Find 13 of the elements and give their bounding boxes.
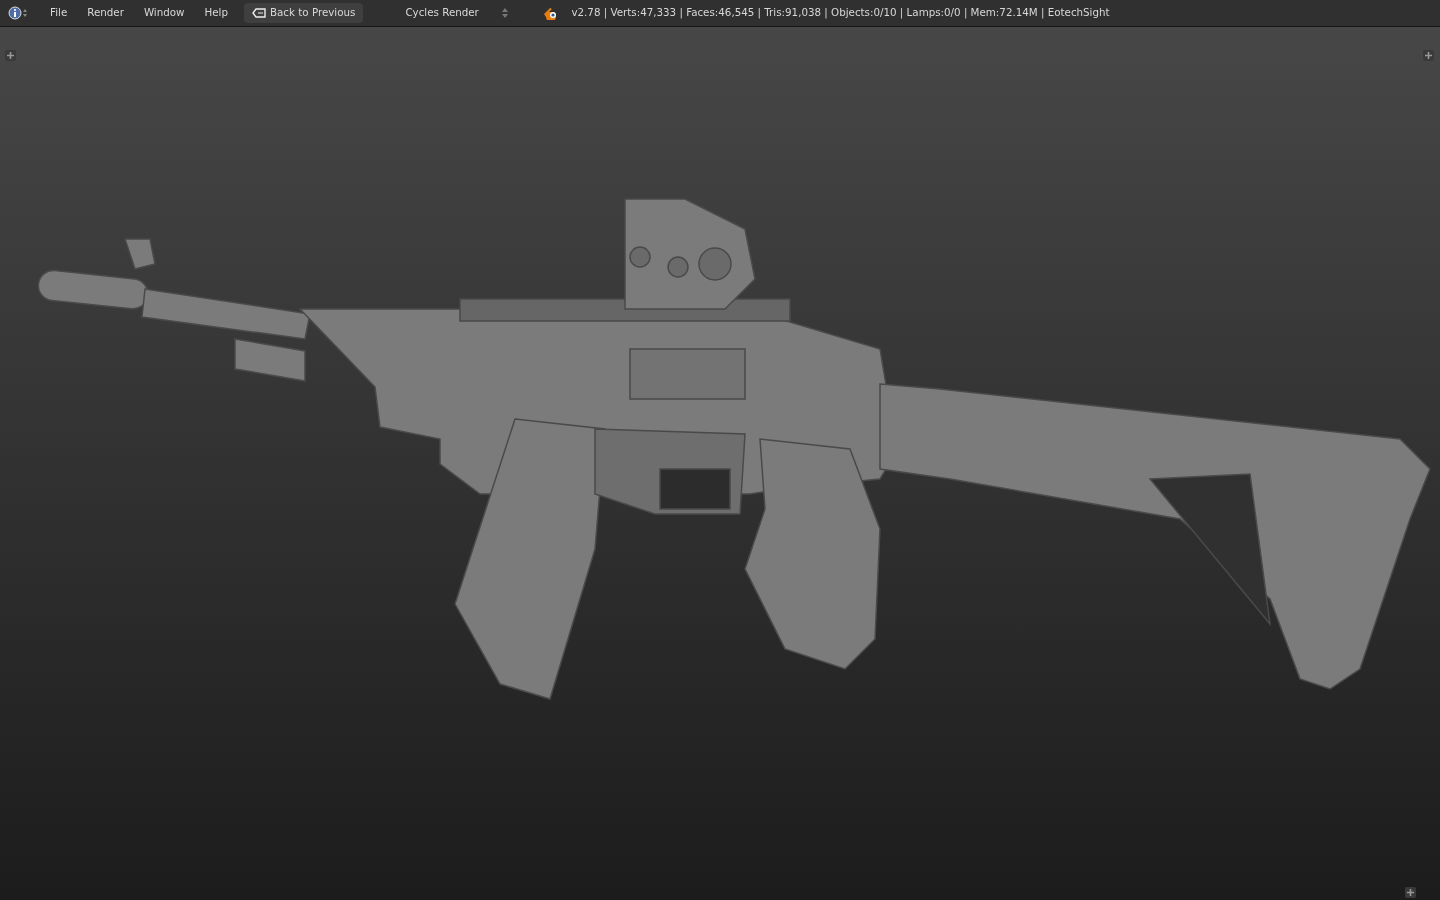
menu-item[interactable]: Help [196, 3, 236, 23]
area-corner-icon[interactable] [5, 50, 16, 61]
menu-item[interactable]: Window [135, 3, 193, 23]
scene-statistics: v2.78 | Verts:47,333 | Faces:46,545 | Tris:91,038 | Objects:0/10 | Lamps:0/0 | Mem:72.14M | EotechSight [571, 5, 1110, 21]
area-corner-icon[interactable] [1405, 887, 1416, 898]
updown-arrows-icon [501, 7, 510, 19]
area-corner-icon[interactable] [1423, 50, 1434, 61]
menu-item[interactable]: File [42, 3, 76, 23]
back-icon [252, 8, 266, 18]
editor-type-icon[interactable] [8, 6, 30, 20]
back-button[interactable]: Back to Previous [244, 3, 364, 23]
menu-item[interactable]: Render [79, 3, 132, 23]
render-engine-dropdown[interactable]: Cycles Render [375, 3, 516, 23]
